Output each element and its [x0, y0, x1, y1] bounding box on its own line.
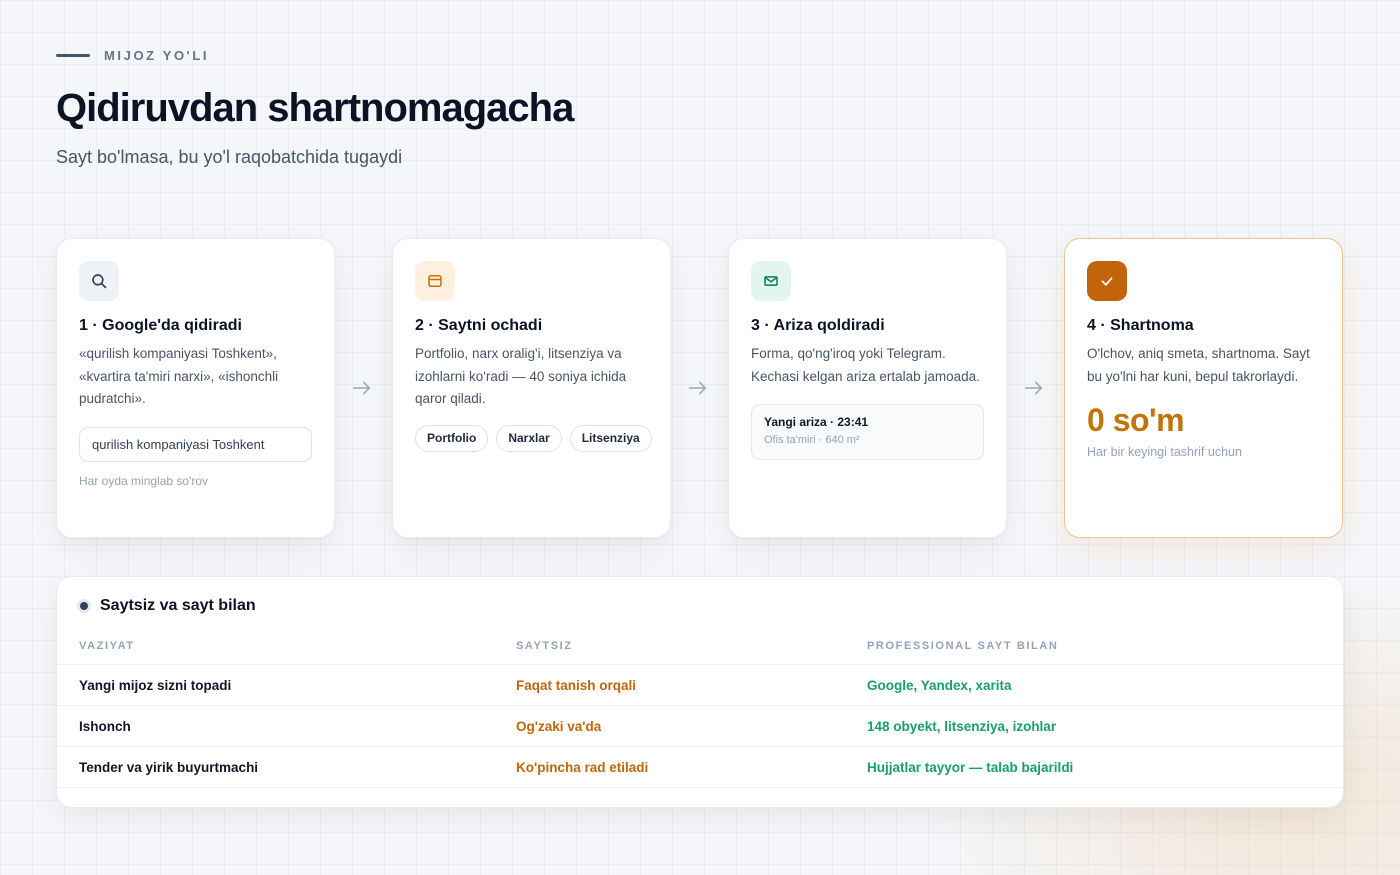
- step-card-website: 2 · Saytni ochadi Portfolio, narx oralig…: [392, 238, 671, 538]
- search-query-box: qurilish kompaniyasi Toshkent: [79, 426, 312, 462]
- table-row: Ishonch Og'zaki va'da 148 obyekt, litsen…: [57, 706, 1343, 747]
- table-cell: Yangi mijoz sizni topadi: [79, 677, 232, 693]
- step-description: Forma, qo'ng'iroq yoki Telegram. Kechasi…: [751, 346, 980, 384]
- chip-license: Litsenziya: [569, 424, 652, 452]
- search-icon: [79, 261, 119, 301]
- lead-subtitle: Ofis ta'miri · 640 m²: [764, 434, 860, 446]
- step-title: 3 · Ariza qoldiradi: [751, 317, 885, 334]
- comparison-header: Saytsiz va sayt bilan: [57, 597, 1343, 615]
- table-cell: Google, Yandex, xarita: [867, 677, 1012, 693]
- eyebrow-text: MIJOZ YO'LI: [104, 48, 210, 63]
- browser-window-icon: [415, 261, 455, 301]
- table-row: Tender va yirik buyurtmachi Ko'pincha ra…: [57, 747, 1343, 788]
- table-row: Yangi mijoz sizni topadi Faqat tanish or…: [57, 665, 1343, 706]
- step-card-request: 3 · Ariza qoldiradi Forma, qo'ng'iroq yo…: [728, 238, 1007, 538]
- lead-notification: Yangi ariza · 23:41 Ofis ta'miri · 640 m…: [751, 404, 984, 460]
- column-header-with-site: PROFESSIONAL SAYT BILAN: [867, 639, 1059, 652]
- step-title: 4 · Shartnoma: [1087, 317, 1194, 334]
- table-cell: 148 obyekt, litsenziya, izohlar: [867, 718, 1057, 734]
- step-description: «qurilish kompaniyasi Toshkent», «kvarti…: [79, 346, 279, 406]
- table-cell: Ko'pincha rad etiladi: [516, 759, 649, 775]
- column-header-situation: VAZIYAT: [79, 639, 135, 652]
- step-note: Har oyda minglab so'rov: [79, 473, 209, 488]
- table-cell: Tender va yirik buyurtmachi: [79, 759, 259, 775]
- step-description: Portfolio, narx oralig'i, litsenziya va …: [415, 346, 627, 406]
- table-cell: Og'zaki va'da: [516, 718, 602, 734]
- bullet-dot-icon: [77, 599, 91, 613]
- table-cell: Ishonch: [79, 718, 131, 734]
- envelope-icon: [751, 261, 791, 301]
- page-title: Qidiruvdan shartnomagacha: [56, 86, 574, 130]
- price-value: 0 so'm: [1087, 402, 1185, 438]
- step-description: O'lchov, aniq smeta, shartnoma. Sayt bu …: [1087, 346, 1310, 384]
- price-note: Har bir keyingi tashrif uchun: [1087, 445, 1242, 459]
- step-title: 2 · Saytni ochadi: [415, 317, 543, 334]
- comparison-panel: Saytsiz va sayt bilan VAZIYAT SAYTSIZ PR…: [56, 576, 1344, 808]
- table-cell: Faqat tanish orqali: [516, 677, 637, 693]
- arrow-right-icon: [350, 376, 374, 400]
- step-card-search: 1 · Google'da qidiradi «qurilish kompani…: [56, 238, 335, 538]
- search-query-text: qurilish kompaniyasi Toshkent: [92, 436, 265, 452]
- chip-list: Portfolio Narxlar Litsenziya: [415, 424, 652, 452]
- eyebrow-line: [56, 54, 90, 57]
- arrow-right-icon: [686, 376, 710, 400]
- chip-portfolio: Portfolio: [415, 424, 489, 452]
- page-subtitle: Sayt bo'lmasa, bu yo'l raqobatchida tuga…: [56, 147, 403, 167]
- lead-title: Yangi ariza · 23:41: [764, 415, 869, 429]
- chip-prices: Narxlar: [496, 424, 562, 452]
- section-eyebrow: MIJOZ YO'LI: [56, 48, 209, 63]
- arrow-right-icon: [1022, 376, 1046, 400]
- table-cell: Hujjatlar tayyor — talab bajarildi: [867, 759, 1074, 775]
- column-header-without-site: SAYTSIZ: [516, 639, 573, 652]
- comparison-title: Saytsiz va sayt bilan: [100, 597, 256, 614]
- table-header-row: VAZIYAT SAYTSIZ PROFESSIONAL SAYT BILAN: [57, 627, 1343, 665]
- step-card-contract: 4 · Shartnoma O'lchov, aniq smeta, shart…: [1064, 238, 1343, 538]
- step-title: 1 · Google'da qidiradi: [79, 317, 242, 334]
- check-icon: [1087, 261, 1127, 301]
